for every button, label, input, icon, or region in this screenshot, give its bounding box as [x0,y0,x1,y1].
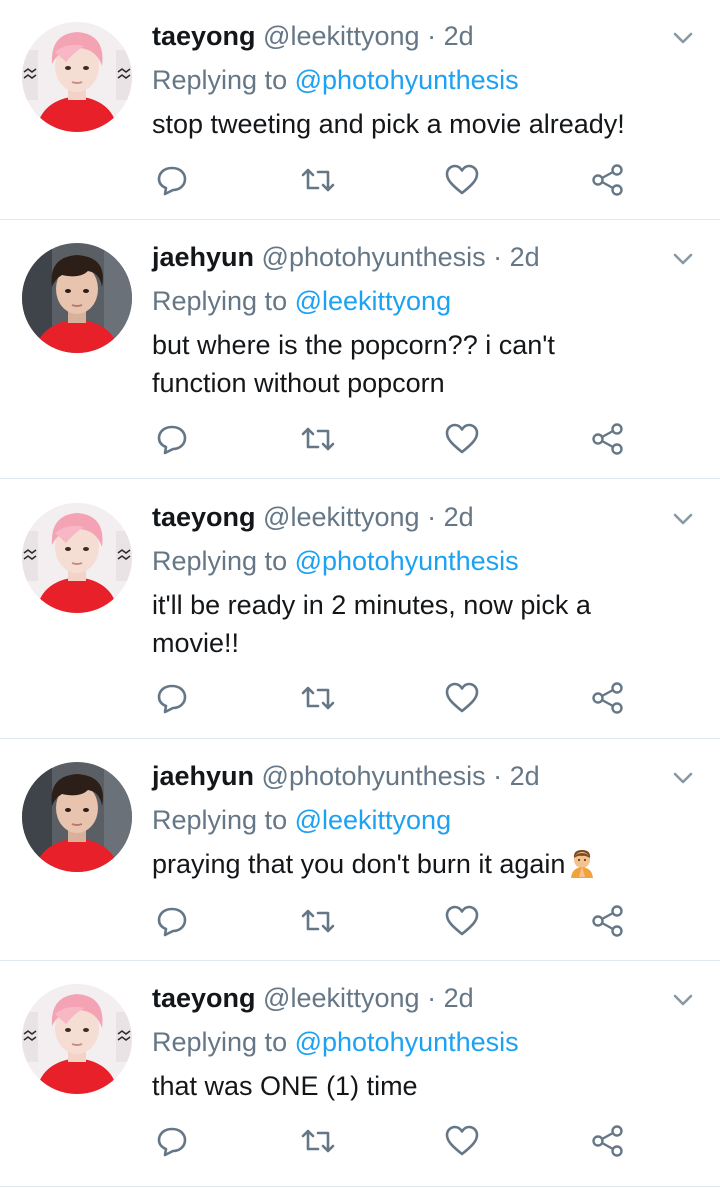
separator-dot: · [493,242,503,272]
retweet-icon[interactable] [298,901,338,941]
tweet-text: but where is the popcorn?? i can't funct… [152,330,555,398]
author-handle[interactable]: @leekittyong [263,502,420,532]
replying-to-label: Replying to [152,1027,295,1057]
retweet-icon[interactable] [298,160,338,200]
pink-hair-avatar-image [22,503,132,613]
retweet-icon[interactable] [298,678,338,718]
tweet-text: stop tweeting and pick a movie already! [152,109,625,139]
tweet[interactable]: jaehyun @photohyunthesis · 2d Replying t… [0,220,720,479]
separator-dot: · [427,983,437,1013]
avatar-jaehyun[interactable] [22,243,132,353]
separator-dot: · [427,502,437,532]
tweet-header: taeyong @leekittyong · 2d [152,981,474,1015]
tweet-time[interactable]: 2d [510,761,540,791]
retweet-icon[interactable] [298,419,338,459]
tweet-header: taeyong @leekittyong · 2d [152,500,474,534]
tweet[interactable]: taeyong @leekittyong · 2d Replying to @p… [0,961,720,1187]
replying-to-label: Replying to [152,546,295,576]
heart-icon[interactable] [442,901,482,941]
tweet-text: it'll be ready in 2 minutes, now pick a … [152,590,591,658]
replying-to-line: Replying to @photohyunthesis [152,1025,519,1059]
author-name[interactable]: taeyong [152,21,256,51]
tweet-header: jaehyun @photohyunthesis · 2d [152,759,540,793]
share-icon[interactable] [588,1121,628,1161]
share-icon[interactable] [588,678,628,718]
tweet[interactable]: jaehyun @photohyunthesis · 2d Replying t… [0,739,720,961]
tweet[interactable]: taeyong @leekittyong · 2d Replying to @p… [0,479,720,739]
tweet-text: praying that you don't burn it again [152,849,566,879]
heart-icon[interactable] [442,1121,482,1161]
replying-to-mention[interactable]: @leekittyong [295,286,452,316]
tweet-time[interactable]: 2d [444,983,474,1013]
pink-hair-avatar-image [22,984,132,1094]
tweet[interactable]: taeyong @leekittyong · 2d Replying to @p… [0,0,720,220]
chevron-down-icon[interactable] [670,987,696,1013]
replying-to-mention[interactable]: @photohyunthesis [295,65,519,95]
replying-to-label: Replying to [152,805,295,835]
replying-to-label: Replying to [152,65,295,95]
avatar-jaehyun[interactable] [22,762,132,872]
tweet-time[interactable]: 2d [510,242,540,272]
reply-icon[interactable] [152,1121,192,1161]
tweet-time[interactable]: 2d [444,502,474,532]
tweet-text: that was ONE (1) time [152,1071,418,1101]
reply-icon[interactable] [152,901,192,941]
tweet-time[interactable]: 2d [444,21,474,51]
pink-hair-avatar-image [22,22,132,132]
share-icon[interactable] [588,160,628,200]
heart-icon[interactable] [442,419,482,459]
dark-hair-avatar-image [22,243,132,353]
tweet-header: taeyong @leekittyong · 2d [152,19,474,53]
tweet-text-container: praying that you don't burn it again [152,845,692,883]
dark-hair-avatar-image [22,762,132,872]
tweet-header: jaehyun @photohyunthesis · 2d [152,240,540,274]
author-name[interactable]: jaehyun [152,242,254,272]
replying-to-mention[interactable]: @leekittyong [295,805,452,835]
author-handle[interactable]: @photohyunthesis [262,242,486,272]
replying-to-mention[interactable]: @photohyunthesis [295,546,519,576]
tweet-feed: taeyong @leekittyong · 2d Replying to @p… [0,0,720,1187]
share-icon[interactable] [588,419,628,459]
author-name[interactable]: taeyong [152,502,256,532]
chevron-down-icon[interactable] [670,25,696,51]
author-handle[interactable]: @leekittyong [263,983,420,1013]
reply-icon[interactable] [152,160,192,200]
retweet-icon[interactable] [298,1121,338,1161]
replying-to-line: Replying to @leekittyong [152,284,451,318]
share-icon[interactable] [588,901,628,941]
replying-to-mention[interactable]: @photohyunthesis [295,1027,519,1057]
avatar-taeyong[interactable] [22,22,132,132]
author-handle[interactable]: @photohyunthesis [262,761,486,791]
replying-to-line: Replying to @leekittyong [152,803,451,837]
chevron-down-icon[interactable] [670,506,696,532]
reply-icon[interactable] [152,678,192,718]
author-name[interactable]: taeyong [152,983,256,1013]
chevron-down-icon[interactable] [670,765,696,791]
replying-to-line: Replying to @photohyunthesis [152,544,519,578]
avatar-taeyong[interactable] [22,503,132,613]
reply-icon[interactable] [152,419,192,459]
heart-icon[interactable] [442,678,482,718]
person-praying-emoji [571,850,594,878]
chevron-down-icon[interactable] [670,246,696,272]
author-name[interactable]: jaehyun [152,761,254,791]
replying-to-label: Replying to [152,286,295,316]
replying-to-line: Replying to @photohyunthesis [152,63,519,97]
separator-dot: · [493,761,503,791]
separator-dot: · [427,21,437,51]
author-handle[interactable]: @leekittyong [263,21,420,51]
avatar-taeyong[interactable] [22,984,132,1094]
heart-icon[interactable] [442,160,482,200]
